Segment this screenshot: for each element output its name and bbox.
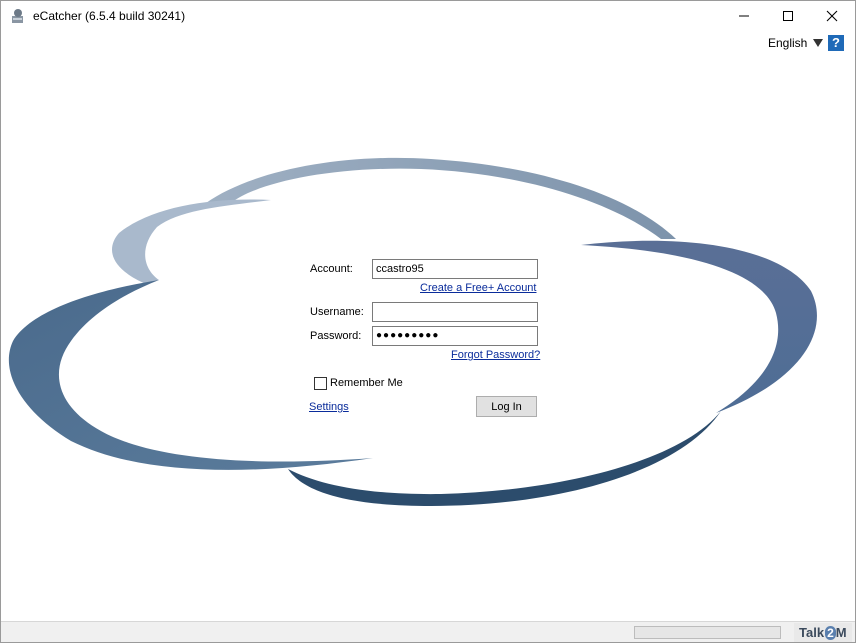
help-icon: ? [832,35,840,50]
maximize-button[interactable] [765,1,811,31]
window-title: eCatcher (6.5.4 build 30241) [33,9,186,23]
app-window: eCatcher (6.5.4 build 30241) English ? A… [0,0,856,643]
account-field[interactable] [372,259,538,279]
language-label: English [768,36,808,50]
language-selector[interactable]: English [768,36,824,50]
minimize-icon [739,15,749,17]
password-label: Password: [310,330,362,342]
progress-bar [634,626,781,639]
close-icon [826,10,838,22]
create-account-link[interactable]: Create a Free+ Account [420,282,536,294]
ecatcher-app-icon [12,9,23,23]
help-button[interactable]: ? [828,35,844,51]
username-field[interactable] [372,302,538,322]
minimize-button[interactable] [721,1,767,31]
username-label: Username: [310,306,364,318]
maximize-icon [783,11,793,21]
cloud-right-crescent [581,240,817,413]
cloud-bottom-crescent [288,411,721,506]
dropdown-arrow-icon [813,39,824,47]
close-button[interactable] [809,1,855,31]
cloud-left-lobe [111,199,272,284]
remember-me-checkbox[interactable] [314,377,327,390]
remember-me-label[interactable]: Remember Me [330,377,403,389]
status-bar: Talk 2 M [1,621,855,642]
forgot-password-link[interactable]: Forgot Password? [451,349,540,361]
log-in-button[interactable]: Log In [476,396,537,417]
account-label: Account: [310,263,353,275]
title-bar[interactable]: eCatcher (6.5.4 build 30241) [1,1,855,31]
talk2m-logo: Talk 2 M [794,623,852,642]
password-field[interactable]: ●●●●●●●●● [372,326,538,346]
cloud-top-arc [206,157,676,239]
settings-link[interactable]: Settings [309,401,349,413]
